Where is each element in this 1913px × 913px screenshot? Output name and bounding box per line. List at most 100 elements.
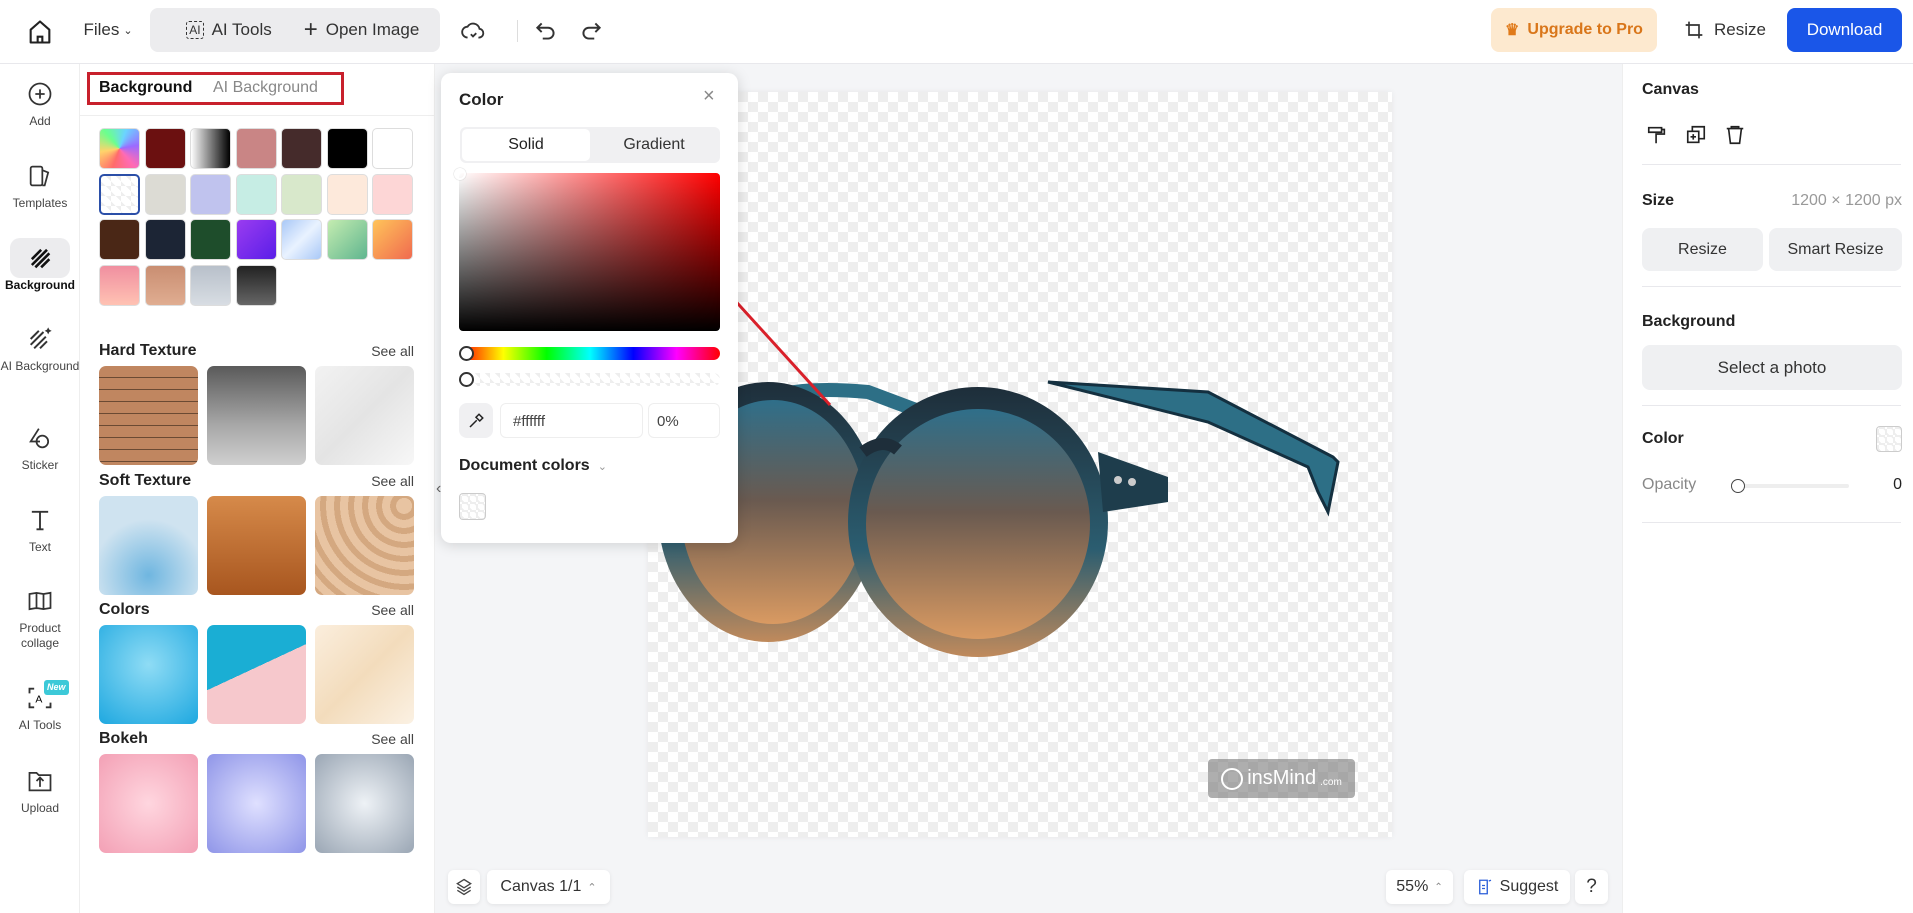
color-swatch[interactable] [144, 173, 186, 215]
opacity-slider[interactable] [1731, 479, 1849, 493]
text-icon [31, 510, 49, 531]
canvas-pager[interactable]: Canvas 1/1 ⌃ [487, 870, 610, 904]
saturation-value-picker[interactable] [454, 168, 720, 331]
background-thumbnail[interactable] [99, 496, 198, 595]
eyedropper-icon [469, 412, 484, 428]
color-swatch[interactable] [99, 219, 140, 260]
opacity-label: Opacity [1642, 476, 1697, 493]
design-canvas[interactable]: insMind .com [648, 92, 1392, 837]
tab-solid[interactable]: Solid [462, 129, 590, 161]
eyedropper-button[interactable] [459, 403, 493, 438]
background-thumbnail[interactable] [315, 754, 414, 853]
color-swatch[interactable] [144, 264, 186, 306]
suggest-button[interactable]: Suggest [1464, 870, 1570, 904]
color-swatch[interactable] [144, 128, 186, 169]
upgrade-to-pro-button[interactable]: ♛ Upgrade to Pro [1491, 8, 1657, 52]
color-swatch[interactable] [235, 264, 277, 306]
background-thumbnail[interactable] [99, 366, 198, 465]
open-image-button[interactable]: + Open Image [283, 8, 440, 52]
rail-item-ai-background[interactable]: AI Background [0, 325, 80, 374]
color-swatch[interactable] [144, 219, 186, 260]
files-menu[interactable]: Files ⌄ [78, 8, 138, 52]
hue-slider[interactable] [459, 346, 720, 361]
close-icon[interactable]: × [703, 85, 715, 108]
color-swatch[interactable] [326, 173, 368, 215]
rail-item-upload[interactable]: Upload [0, 767, 80, 816]
undo-icon[interactable] [533, 18, 559, 44]
download-button[interactable]: Download [1787, 8, 1902, 52]
tab-ai-background[interactable]: AI Background [213, 79, 318, 97]
color-swatch[interactable] [99, 128, 140, 169]
color-swatch[interactable] [235, 219, 277, 260]
hex-input[interactable]: #ffffff [500, 403, 643, 438]
cloud-sync-icon[interactable] [460, 18, 486, 44]
background-thumbnail[interactable] [207, 496, 306, 595]
see-all-link[interactable]: See all [371, 473, 414, 489]
background-thumbnail[interactable] [99, 754, 198, 853]
opacity-slider-handle[interactable] [1731, 479, 1745, 493]
see-all-link[interactable]: See all [371, 602, 414, 618]
layers-button[interactable] [448, 870, 480, 904]
background-thumbnail[interactable] [315, 625, 414, 724]
home-icon[interactable] [26, 18, 54, 46]
background-thumbnail[interactable] [99, 625, 198, 724]
color-swatch[interactable] [99, 264, 140, 306]
document-colors-toggle[interactable]: Document colors ⌄ [459, 457, 607, 475]
color-swatch[interactable] [372, 128, 413, 169]
color-swatch[interactable] [326, 219, 368, 260]
color-swatch[interactable] [190, 264, 231, 306]
color-swatch[interactable] [190, 219, 231, 260]
alpha-slider[interactable] [459, 372, 720, 387]
rail-item-sticker[interactable]: Sticker [0, 424, 80, 473]
see-all-link[interactable]: See all [371, 731, 414, 747]
watermark-text: insMind [1247, 767, 1317, 789]
rail-item-text[interactable]: Text [0, 506, 80, 555]
zoom-level-button[interactable]: 55% ⌃ [1386, 870, 1453, 904]
paint-roller-icon[interactable] [1646, 124, 1668, 146]
duplicate-icon[interactable] [1685, 124, 1707, 146]
properties-panel: Canvas Size 1200 × 1200 px Resize Smart … [1622, 64, 1913, 913]
color-swatch-button[interactable] [1876, 426, 1902, 452]
color-swatch[interactable] [235, 128, 277, 169]
help-button[interactable]: ? [1575, 870, 1608, 904]
opacity-input[interactable]: 0% [648, 403, 720, 438]
background-thumbnail[interactable] [315, 496, 414, 595]
rail-item-add[interactable]: Add [0, 80, 80, 129]
sunglasses-image[interactable] [648, 92, 1392, 837]
background-thumbnail[interactable] [207, 625, 306, 724]
alpha-handle[interactable] [459, 372, 474, 387]
color-swatch[interactable] [281, 219, 322, 260]
watermark-suffix: .com [1320, 777, 1342, 788]
redo-icon[interactable] [578, 18, 604, 44]
see-all-link[interactable]: See all [371, 343, 414, 359]
feedback-icon [1478, 879, 1491, 895]
color-swatch[interactable] [190, 128, 231, 169]
tab-gradient[interactable]: Gradient [590, 129, 718, 161]
smart-resize-button[interactable]: Smart Resize [1769, 228, 1902, 271]
color-swatch[interactable] [190, 173, 231, 215]
select-photo-button[interactable]: Select a photo [1642, 345, 1902, 390]
background-thumbnail[interactable] [207, 366, 306, 465]
color-swatch[interactable] [326, 128, 368, 169]
rail-item-product-collage[interactable]: Product collage [0, 587, 80, 651]
color-swatch[interactable] [99, 173, 140, 215]
color-swatch[interactable] [281, 128, 322, 169]
resize-button[interactable]: Resize [1680, 8, 1770, 52]
background-thumbnail[interactable] [315, 366, 414, 465]
rail-item-templates[interactable]: Templates [0, 162, 80, 211]
color-swatch[interactable] [372, 219, 413, 260]
rail-item-ai-tools[interactable]: A New AI Tools [0, 680, 80, 733]
document-color-swatch[interactable] [459, 493, 486, 520]
hue-handle[interactable] [459, 346, 474, 361]
new-badge: New [44, 680, 69, 695]
background-thumbnail[interactable] [207, 754, 306, 853]
tab-background[interactable]: Background [99, 79, 192, 97]
color-swatch[interactable] [372, 173, 413, 215]
trash-icon[interactable] [1724, 124, 1746, 146]
rail-item-background[interactable]: Background [0, 244, 80, 293]
color-swatch[interactable] [281, 173, 322, 215]
background-panel: Background AI Background Hard Texture See… [80, 64, 435, 913]
resize-canvas-button[interactable]: Resize [1642, 228, 1763, 271]
color-swatch[interactable] [235, 173, 277, 215]
picker-handle[interactable] [454, 168, 466, 180]
